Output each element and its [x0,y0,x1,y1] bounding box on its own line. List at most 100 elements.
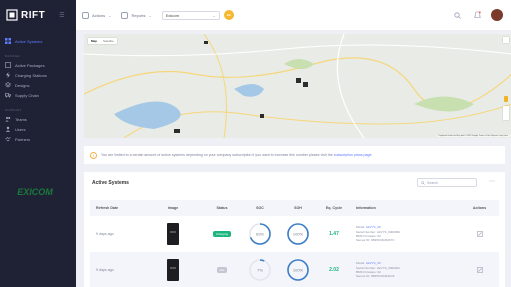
refresh-date: 9 days ago [96,232,114,236]
chevron-down-icon: ⌄ [212,12,216,18]
info-sensor: Sensor ID: 0B35C0D463A32 [356,274,395,279]
subscription-plans-link[interactable]: subscription plans page. [334,153,373,157]
soh-value: 100% [293,268,304,273]
soh-gauge: 100% [287,259,309,281]
information-cell: Model: LEVYS_40 Serial Number: LEVYS_000… [350,225,460,242]
brand-name: RIFT [21,9,46,21]
chevron-down-icon: ⌄ [108,12,112,18]
soh-gauge: 100% [287,223,309,245]
brand-logo-icon [6,9,18,21]
search-input[interactable]: Search [417,178,477,187]
organization-select-value: Exicom [165,12,179,18]
sidebar-item-users[interactable]: Users [0,124,76,134]
search-icon [421,180,425,185]
sidebar-section-support: SUPPORT [5,108,22,112]
eq-cycle-cell: 2.02 [318,267,350,273]
active-systems-card: Active Systems Search ⋯ Refresh Date Ima… [84,172,505,287]
sidebar-item-partners[interactable]: Partners [0,134,76,144]
users-icon [5,116,11,122]
table-header: Refresh Date Image Status SOC SOH Eq. Cy… [90,200,499,216]
sidebar-item-label: Active Systems [15,38,43,44]
column-header: Image [167,206,179,210]
handshake-icon [5,136,11,142]
more-options-icon[interactable]: ⋯ [489,178,495,185]
soc-value: 69% [256,232,264,237]
status-badge: Charging [212,231,232,237]
soc-gauge: 7% [249,259,271,281]
eq-cycle-cell: 1.47 [318,231,350,237]
soh-cell: 100% [278,222,318,246]
column-header[interactable]: Status [202,206,242,210]
status-cell: Idle [202,267,242,273]
sidebar-item-supply-chain[interactable]: Supply Chain [0,90,76,100]
card-title: Active Systems [92,180,129,186]
avatar[interactable] [491,9,503,21]
map[interactable]: Map Satellite Keyboard shortcuts Map dat… [84,34,511,138]
reports-label: Reports [131,12,146,18]
sidebar-item-label: Designs [15,82,30,88]
soh-cell: 100% [278,258,318,282]
search-icon[interactable] [451,9,463,21]
status-badge: Idle [216,267,228,273]
info-icon: ! [90,151,97,159]
exicom-logo: EXICOM [17,187,53,197]
sidebar-item-charging-stations[interactable]: Charging Stations [0,70,76,80]
soc-gauge: 69% [249,223,271,245]
battery-image [144,259,202,281]
table-row[interactable]: 9 days ago Idle 7% 100% 2.02 Model: LEVY… [90,252,499,287]
edit-icon[interactable] [476,231,483,238]
sidebar-section-manage: MANAGE [5,54,20,58]
column-header: Actions [472,206,487,210]
soc-value: 7% [257,268,263,273]
reports-menu[interactable]: Reports ⌄ [121,11,152,19]
eq-cycle-value: 1.47 [329,231,339,237]
notice-text: You are limited to a certain amount of a… [101,153,333,157]
menu-toggle-icon[interactable]: ☰ [59,12,64,19]
sidebar-item-designs[interactable]: Designs [0,80,76,90]
information-cell: Model: LEVYS_40 Serial Number: LEVYS_000… [350,261,460,278]
street-view-pegman-icon[interactable] [504,96,508,102]
column-header[interactable]: SOH [278,206,318,210]
soc-cell: 69% [242,222,278,246]
box-icon [5,62,11,68]
map-type-map[interactable]: Map [88,38,100,44]
fullscreen-icon[interactable] [503,37,509,43]
organization-badge[interactable]: EX [223,10,234,20]
topbar-right [443,9,503,21]
status-cell: Charging [202,231,242,237]
actions-menu[interactable]: Actions ⌄ [82,11,112,19]
edit-icon[interactable] [476,267,483,274]
sidebar: RIFT ☰ Active Systems MANAGE Active Pack… [0,0,76,287]
subscription-notice: ! You are limited to a certain amount of… [84,146,505,164]
sidebar-item-label: Users [15,126,26,132]
soh-value: 100% [293,232,304,237]
sidebar-item-label: Partners [15,136,31,142]
user-icon [5,126,11,132]
organization-select[interactable]: Exicom ⌄ [161,10,220,20]
map-canvas [84,34,511,138]
sidebar-item-label: Supply Chain [15,92,39,98]
table-row[interactable]: 9 days ago Charging 69% 100% 1.47 Model:… [90,216,499,252]
map-type-satellite[interactable]: Satellite [100,38,117,44]
sidebar-item-active-packages[interactable]: Active Packages [0,60,76,70]
column-header: Information [356,206,376,210]
battery-icon [167,223,179,245]
sidebar-item-active-systems[interactable]: Active Systems [0,36,76,46]
actions-cell [460,231,499,238]
column-header[interactable]: SOC [242,206,278,210]
eq-cycle-value: 2.02 [329,267,339,273]
actions-label: Actions [92,12,106,18]
topbar: Actions ⌄ Reports ⌄ Exicom ⌄ EX [76,0,511,30]
soc-cell: 7% [242,258,278,282]
brand[interactable]: RIFT ☰ [0,0,76,30]
map-type-toggle: Map Satellite [88,38,117,44]
actions-cell [460,267,499,274]
column-header[interactable]: Eq. Cycle [318,206,350,210]
exicom-logo-text: EXICOM [17,187,53,197]
battery-icon [167,259,179,281]
column-header[interactable]: Refresh Date [90,206,144,210]
sidebar-item-teams[interactable]: Teams [0,114,76,124]
zoom-control[interactable] [503,106,509,120]
bell-icon[interactable] [471,9,483,21]
sidebar-item-label: Charging Stations [15,72,47,78]
